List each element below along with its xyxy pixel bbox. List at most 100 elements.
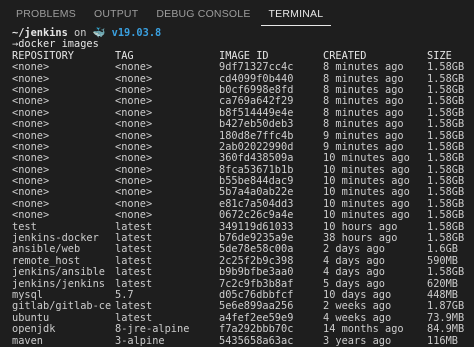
cell-repository: <none> xyxy=(12,176,50,188)
cell-size: 1.58GB xyxy=(427,153,465,165)
cell-created: 9 minutes ago xyxy=(323,130,404,142)
tab-debug-console[interactable]: DEBUG CONSOLE xyxy=(148,8,258,26)
command-text: docker images xyxy=(18,38,99,51)
cell-size: 590MB xyxy=(427,255,458,267)
table-row: <none> <none> cd4099f0b440 8 minutes ago 1.5… xyxy=(12,74,474,85)
cell-size: 1.58GB xyxy=(427,119,465,131)
cell-created: 10 minutes ago xyxy=(323,153,410,165)
table-row: maven 3-alpine 5435658a63ac 3 years ago 116M… xyxy=(12,336,474,347)
cell-size: 116MB xyxy=(427,335,458,347)
panel-tab-bar: PROBLEMS OUTPUT DEBUG CONSOLE TERMINAL xyxy=(0,0,474,26)
table-row: <none> <none> b8f514449e4e 8 minutes ago 1.5… xyxy=(12,108,474,119)
cell-repository: <none> xyxy=(12,96,50,108)
cell-image-id: 5435658a63ac xyxy=(219,335,294,347)
table-row: jenkins/ansible latest b9b9bfbe3aa0 4 days … xyxy=(12,267,474,278)
cell-image-id: ca769a642f29 xyxy=(219,96,294,108)
cell-image-id: b427eb50deb3 xyxy=(219,119,294,131)
table-row: <none> <none> 5b7a4a0ab22e 10 minutes ago 1.… xyxy=(12,187,474,198)
command-line: →docker images xyxy=(12,39,474,50)
cell-created: 9 minutes ago xyxy=(323,141,404,153)
cell-created: 10 minutes ago xyxy=(323,176,410,188)
table-row: <none> <none> 2ab02022990d 9 minutes ago 1.5… xyxy=(12,142,474,153)
cell-created: 8 minutes ago xyxy=(323,84,404,96)
cell-size: 1.58GB xyxy=(427,62,465,74)
header-image-id: IMAGE ID xyxy=(219,50,269,62)
terminal-panel[interactable]: ~/jenkins on 🐳 v19.03.8 →docker images R… xyxy=(0,26,474,347)
cell-image-id: cd4099f0b440 xyxy=(219,73,294,85)
cell-tag: latest xyxy=(115,221,153,233)
table-row: <none> <none> e81c7a504dd3 10 minutes ago 1.… xyxy=(12,199,474,210)
cell-image-id: b0cf6998e8fd xyxy=(219,84,294,96)
cell-repository: test xyxy=(12,221,37,233)
cell-tag: 3-alpine xyxy=(115,335,165,347)
tab-problems[interactable]: PROBLEMS xyxy=(8,8,84,26)
cell-size: 1.58GB xyxy=(427,84,465,96)
cell-image-id: 7c2c9fb3b8af xyxy=(219,278,294,290)
tab-terminal[interactable]: TERMINAL xyxy=(260,8,332,26)
cell-repository: <none> xyxy=(12,62,50,74)
cell-created: 4 days ago xyxy=(323,267,385,279)
cell-repository: <none> xyxy=(12,73,50,85)
table-row: <none> <none> b0cf6998e8fd 8 minutes ago 1.5… xyxy=(12,85,474,96)
cell-tag: <none> xyxy=(115,84,153,96)
cell-size: 1.58GB xyxy=(427,107,465,119)
table-row: ubuntu latest a4fef2ee59e9 4 weeks ago 73.9M… xyxy=(12,313,474,324)
cell-created: 8 minutes ago xyxy=(323,73,404,85)
cell-image-id: a4fef2ee59e9 xyxy=(219,312,294,324)
header-size: SIZE xyxy=(427,50,452,62)
cell-tag: <none> xyxy=(115,141,153,153)
cell-size: 1.58GB xyxy=(427,267,465,279)
cell-tag: latest xyxy=(115,233,153,245)
cell-image-id: 5e6e899aa256 xyxy=(219,301,294,313)
cell-created: 38 hours ago xyxy=(323,233,398,245)
cell-tag: <none> xyxy=(115,107,153,119)
cell-tag: <none> xyxy=(115,210,153,222)
cell-tag: <none> xyxy=(115,176,153,188)
cell-created: 10 minutes ago xyxy=(323,210,410,222)
table-row: <none> <none> 9df71327cc4c 8 minutes ago 1.5… xyxy=(12,62,474,73)
cell-tag: latest xyxy=(115,267,153,279)
cell-repository: jenkins/jenkins xyxy=(12,278,105,290)
cell-tag: <none> xyxy=(115,73,153,85)
cell-image-id: 8fca53671b1b xyxy=(219,164,294,176)
cell-tag: <none> xyxy=(115,130,153,142)
cell-created: 10 minutes ago xyxy=(323,198,410,210)
cell-created: 8 minutes ago xyxy=(323,62,404,74)
cell-size: 620MB xyxy=(427,278,458,290)
cell-repository: <none> xyxy=(12,107,50,119)
cell-tag: latest xyxy=(115,278,153,290)
cell-created: 2 weeks ago xyxy=(323,301,392,313)
cell-image-id: 9df71327cc4c xyxy=(219,62,294,74)
cell-tag: <none> xyxy=(115,96,153,108)
table-row: <none> <none> ca769a642f29 8 minutes ago 1.5… xyxy=(12,96,474,107)
table-row: <none> <none> 0672c26c9a4e 10 minutes ago 1.… xyxy=(12,210,474,221)
cell-created: 4 weeks ago xyxy=(323,312,392,324)
cell-image-id: b55be844dac9 xyxy=(219,176,294,188)
cell-repository: <none> xyxy=(12,119,50,131)
table-row: <none> <none> 8fca53671b1b 10 minutes ago 1.… xyxy=(12,165,474,176)
cell-created: 4 days ago xyxy=(323,255,385,267)
table-row: <none> <none> b427eb50deb3 8 minutes ago 1.5… xyxy=(12,119,474,130)
cell-tag: <none> xyxy=(115,62,153,74)
cell-size: 1.58GB xyxy=(427,96,465,108)
cell-repository: ubuntu xyxy=(12,312,50,324)
cell-size: 73.9MB xyxy=(427,312,465,324)
cell-repository: gitlab/gitlab-ce xyxy=(12,301,112,313)
cell-size: 1.58GB xyxy=(427,210,465,222)
header-repository: REPOSITORY xyxy=(12,50,74,62)
table-row: jenkins/jenkins latest 7c2c9fb3b8af 5 days … xyxy=(12,279,474,290)
table-row: <none> <none> 360fd438509a 10 minutes ago 1.… xyxy=(12,153,474,164)
cell-tag: <none> xyxy=(115,119,153,131)
cell-size: 1.58GB xyxy=(427,164,465,176)
cell-image-id: 180d8e7ffc4b xyxy=(219,130,294,142)
tab-output[interactable]: OUTPUT xyxy=(86,8,146,26)
cell-created: 10 minutes ago xyxy=(323,187,410,199)
cell-image-id: 2c25f2b9c398 xyxy=(219,255,294,267)
cell-image-id: 0672c26c9a4e xyxy=(219,210,294,222)
cell-image-id: b76de9235a9e xyxy=(219,233,294,245)
cell-created: 10 hours ago xyxy=(323,221,398,233)
cell-tag: 5.7 xyxy=(115,289,134,301)
cell-created: 8 minutes ago xyxy=(323,107,404,119)
cell-repository: remote_host xyxy=(12,255,81,267)
cell-created: 10 days ago xyxy=(323,289,392,301)
